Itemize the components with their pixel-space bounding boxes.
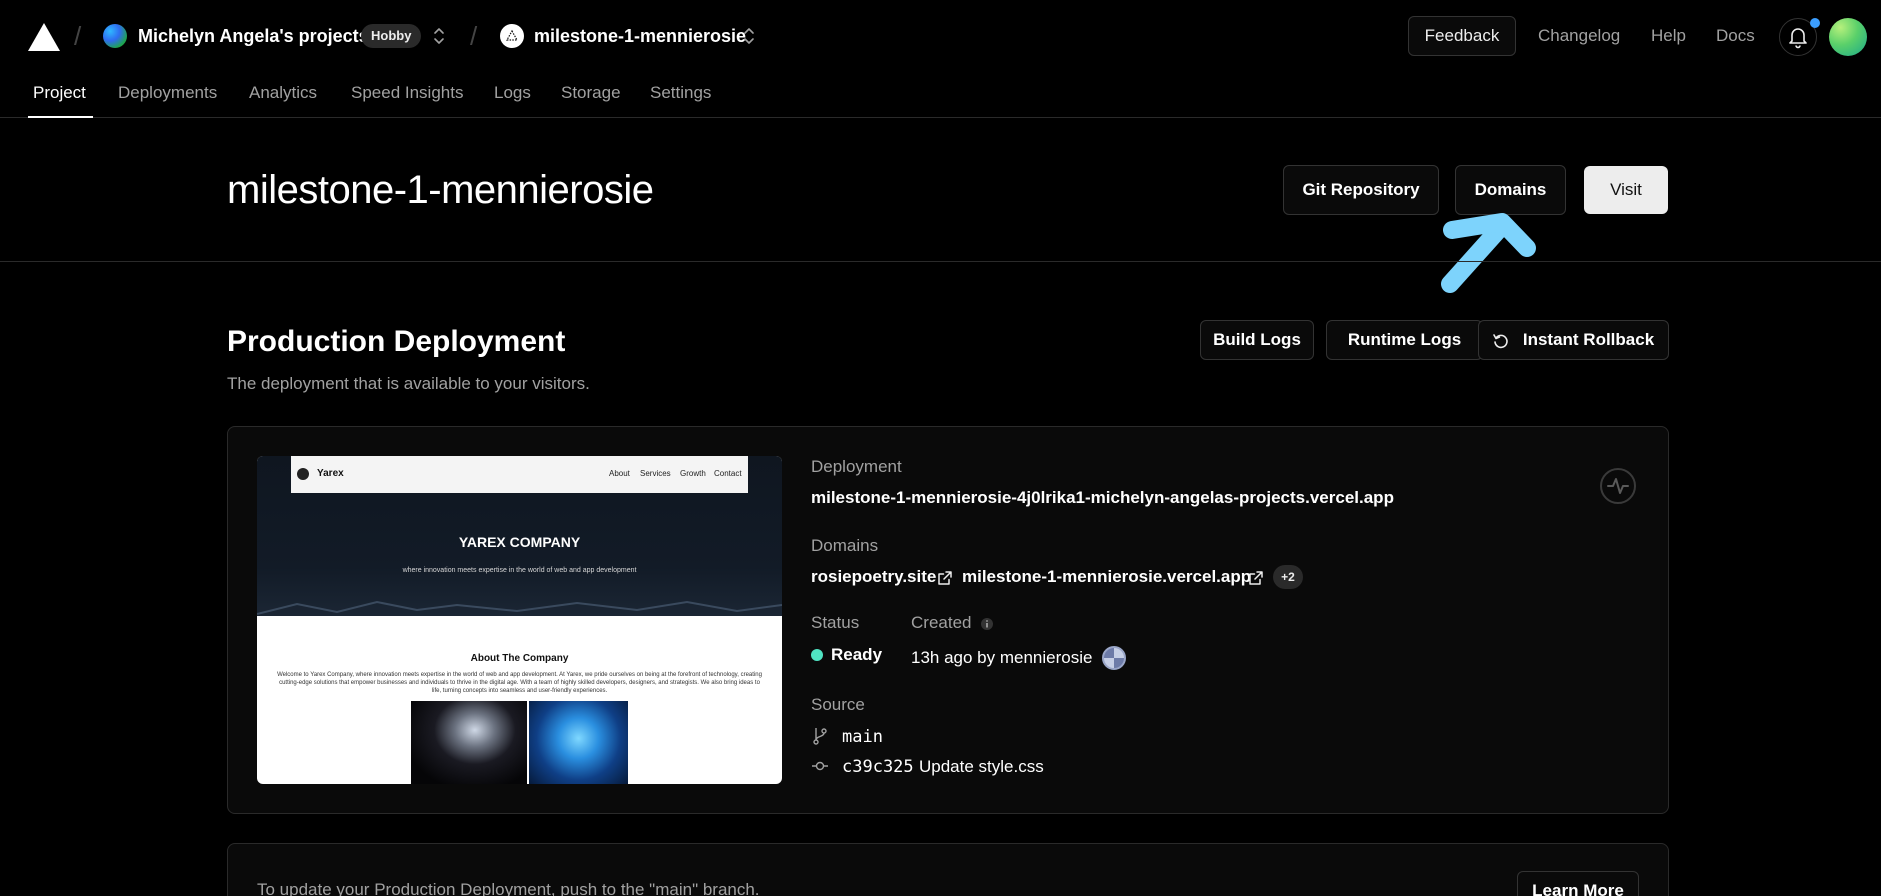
tab-speed-insights[interactable]: Speed Insights <box>351 81 463 105</box>
external-link-icon <box>938 571 952 585</box>
instant-rollback-button[interactable]: Instant Rollback <box>1478 320 1669 360</box>
changelog-link[interactable]: Changelog <box>1538 24 1620 48</box>
deployment-label: Deployment <box>811 457 902 476</box>
preview-hero-tagline: where innovation meets expertise in the … <box>402 567 637 574</box>
created-label: Created <box>911 613 972 632</box>
git-branch-icon <box>813 728 827 745</box>
tab-storage[interactable]: Storage <box>561 81 621 105</box>
tab-logs[interactable]: Logs <box>494 81 531 105</box>
docs-link[interactable]: Docs <box>1716 24 1755 48</box>
info-icon[interactable] <box>980 617 994 631</box>
preview-nav-link: Growth <box>680 469 706 478</box>
update-note-text: To update your Production Deployment, pu… <box>257 880 760 896</box>
breadcrumb-separator: / <box>470 21 478 51</box>
preview-tech-image <box>529 701 628 784</box>
notification-dot <box>1810 18 1820 28</box>
section-title: Production Deployment <box>227 325 566 358</box>
rollback-icon <box>1493 334 1508 349</box>
project-icon <box>500 24 524 48</box>
visit-button[interactable]: Visit <box>1584 166 1668 214</box>
preview-robot-image <box>411 701 527 784</box>
creator-avatar[interactable] <box>1102 646 1126 670</box>
tab-deployments[interactable]: Deployments <box>118 81 217 105</box>
status-value: Ready <box>831 645 883 664</box>
preview-wave-decoration <box>257 600 782 615</box>
git-commit-icon <box>812 761 828 771</box>
preview-nav-link: Contact <box>714 469 742 478</box>
feedback-button[interactable]: Feedback <box>1408 16 1516 56</box>
commit-message[interactable]: Update style.css <box>919 756 1044 778</box>
activity-icon[interactable] <box>1599 467 1637 505</box>
preview-hero-title: YAREX COMPANY <box>458 534 581 550</box>
runtime-logs-button[interactable]: Runtime Logs <box>1326 320 1483 360</box>
project-name[interactable]: milestone-1-mennierosie <box>534 24 746 48</box>
tab-analytics[interactable]: Analytics <box>249 81 317 105</box>
preview-nav-link: Services <box>640 469 671 478</box>
learn-more-button[interactable]: Learn More <box>1517 871 1639 896</box>
team-name[interactable]: Michelyn Angela's projects <box>138 24 369 48</box>
source-label: Source <box>811 695 865 714</box>
breadcrumb-separator: / <box>74 21 82 51</box>
vercel-logo-icon[interactable] <box>28 23 60 51</box>
build-logs-button[interactable]: Build Logs <box>1200 320 1314 360</box>
domain-link-rosiepoetry[interactable]: rosiepoetry.site <box>811 566 936 588</box>
preview-logo-icon <box>297 468 309 480</box>
deployment-preview[interactable]: Yarex About Services Growth Contact YARE… <box>257 456 782 784</box>
more-domains-badge[interactable]: +2 <box>1273 565 1303 589</box>
deployment-url-link[interactable]: milestone-1-mennierosie-4j0lrika1-michel… <box>811 487 1394 509</box>
git-repository-button[interactable]: Git Repository <box>1283 165 1439 215</box>
tab-project[interactable]: Project <box>33 81 86 105</box>
top-bar: / Michelyn Angela's projects Hobby / mil… <box>0 0 1881 72</box>
external-link-icon <box>1249 571 1263 585</box>
team-switcher-chevron-icon[interactable] <box>431 24 447 48</box>
branch-name-link[interactable]: main <box>842 726 883 748</box>
status-indicator <box>811 649 823 661</box>
preview-brand: Yarex <box>317 468 344 479</box>
team-avatar[interactable] <box>103 24 127 48</box>
header-divider <box>0 261 1881 262</box>
status-label: Status <box>811 613 860 632</box>
preview-about-body: Welcome to Yarex Company, where innovati… <box>277 672 762 694</box>
help-link[interactable]: Help <box>1651 24 1686 48</box>
preview-about-title: About The Company <box>470 653 569 664</box>
project-switcher-chevron-icon[interactable] <box>741 24 757 48</box>
section-subtitle: The deployment that is available to your… <box>227 374 590 393</box>
commit-hash-link[interactable]: c39c325 <box>842 756 914 778</box>
domain-link-vercel-app[interactable]: milestone-1-mennierosie.vercel.app <box>962 566 1251 588</box>
tab-settings[interactable]: Settings <box>650 81 711 105</box>
instant-rollback-label: Instant Rollback <box>1522 330 1655 349</box>
domains-label: Domains <box>811 536 879 555</box>
annotation-arrow-icon <box>1441 213 1536 293</box>
page-title: milestone-1-mennierosie <box>227 168 654 212</box>
plan-badge: Hobby <box>361 24 422 48</box>
active-tab-indicator <box>28 116 93 118</box>
created-value: 13h ago by mennierosie <box>911 648 1093 667</box>
preview-nav-link: About <box>609 469 630 478</box>
project-tabs: Project Deployments Analytics Speed Insi… <box>0 72 1881 118</box>
user-avatar[interactable] <box>1829 18 1867 56</box>
